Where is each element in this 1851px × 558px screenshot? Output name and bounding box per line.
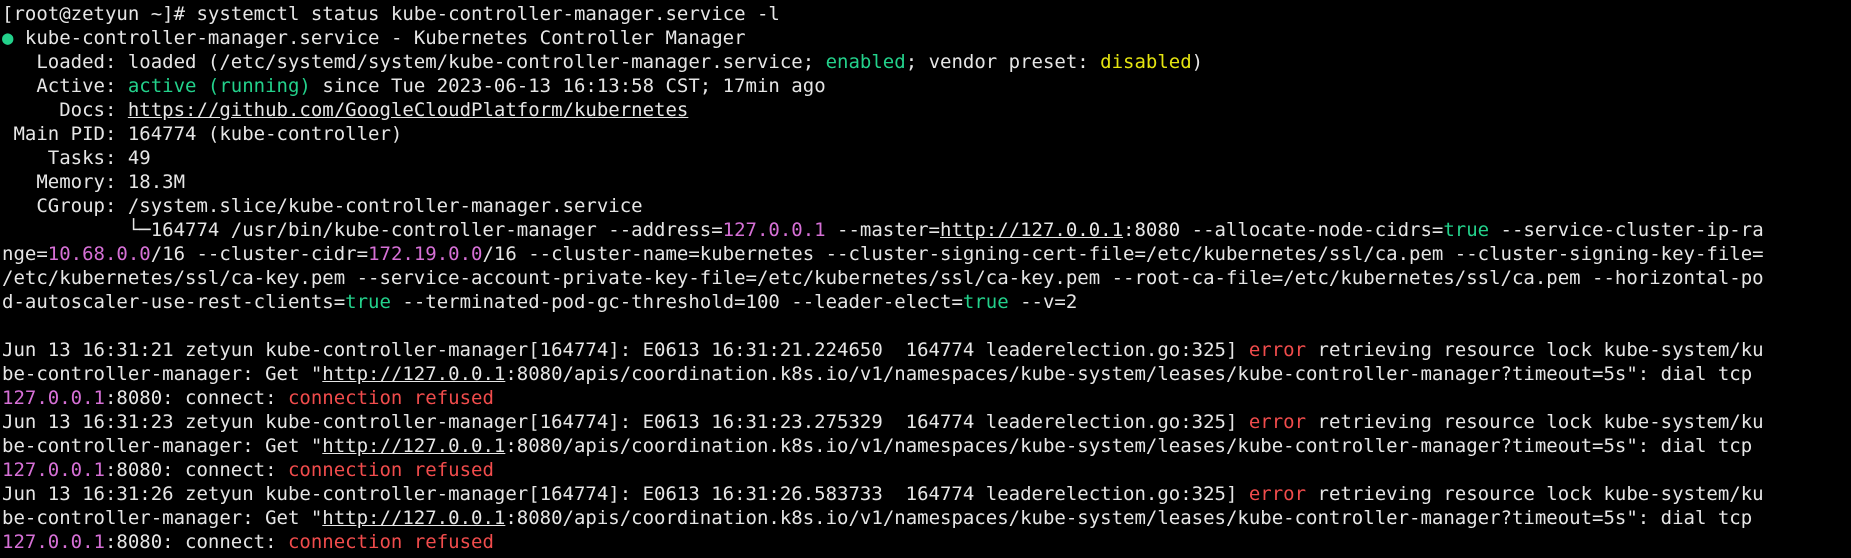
terminal-line: be-controller-manager: Get "http://127.0…	[2, 506, 1851, 530]
terminal-text: --terminated-pod-gc-threshold=100 --lead…	[390, 291, 963, 313]
highlight-text: active (running)	[127, 75, 311, 97]
terminal-text: since Tue 2023-06-13 16:13:58 CST; 17min…	[310, 75, 826, 97]
highlight-text: enabled	[825, 51, 906, 73]
terminal-line: CGroup: /system.slice/kube-controller-ma…	[2, 194, 1851, 218]
terminal-text: [root@zetyun ~]# systemctl status kube-c…	[2, 3, 780, 25]
terminal-line: ● kube-controller-manager.service - Kube…	[2, 26, 1851, 50]
ip-address-text: 127.0.0.1	[722, 219, 826, 241]
error-text: connection refused	[287, 459, 494, 481]
error-text: error	[1248, 483, 1307, 505]
terminal-line: Jun 13 16:31:21 zetyun kube-controller-m…	[2, 338, 1851, 362]
terminal-text: :8080 --allocate-node-cidrs=	[1123, 219, 1444, 241]
terminal-line: └─164774 /usr/bin/kube-controller-manage…	[2, 218, 1851, 242]
error-text: connection refused	[287, 531, 494, 553]
terminal-text: Docs:	[2, 99, 128, 121]
error-text: error	[1248, 411, 1307, 433]
terminal-line: nge=10.68.0.0/16 --cluster-cidr=172.19.0…	[2, 242, 1851, 266]
error-text: connection refused	[287, 387, 494, 409]
terminal-line: Memory: 18.3M	[2, 170, 1851, 194]
terminal-text: /16 --cluster-cidr=	[150, 243, 369, 265]
terminal-text: :8080: connect:	[104, 387, 288, 409]
terminal-line: Jun 13 16:31:26 zetyun kube-controller-m…	[2, 482, 1851, 506]
terminal-text: Main PID: 164774 (kube-controller)	[2, 123, 403, 145]
terminal-line: /etc/kubernetes/ssl/ca-key.pem --service…	[2, 266, 1851, 290]
terminal-text: Loaded: loaded (/etc/systemd/system/kube…	[2, 51, 826, 73]
ip-address-text: 127.0.0.1	[2, 531, 105, 553]
terminal-text: be-controller-manager: Get "	[2, 435, 323, 457]
terminal-text: :8080/apis/coordination.k8s.io/v1/namesp…	[505, 507, 1753, 529]
terminal-text: be-controller-manager: Get "	[2, 507, 323, 529]
terminal-text: :8080: connect:	[104, 531, 288, 553]
terminal-text: Memory: 18.3M	[2, 171, 186, 193]
terminal-line: Active: active (running) since Tue 2023-…	[2, 74, 1851, 98]
terminal-window[interactable]: [root@zetyun ~]# systemctl status kube-c…	[0, 0, 1851, 558]
terminal-line: 127.0.0.1:8080: connect: connection refu…	[2, 386, 1851, 410]
terminal-text: d-autoscaler-use-rest-clients=	[2, 291, 346, 313]
terminal-line: Jun 13 16:31:23 zetyun kube-controller-m…	[2, 410, 1851, 434]
terminal-link[interactable]: http://127.0.0.1	[940, 219, 1123, 241]
terminal-text: Tasks: 49	[2, 147, 151, 169]
terminal-text: /16 --cluster-name=kubernetes --cluster-…	[482, 243, 1764, 265]
terminal-line: Main PID: 164774 (kube-controller)	[2, 122, 1851, 146]
terminal-text: :8080/apis/coordination.k8s.io/v1/namesp…	[505, 363, 1753, 385]
terminal-text: kube-controller-manager.service - Kubern…	[13, 27, 746, 49]
terminal-line: be-controller-manager: Get "http://127.0…	[2, 362, 1851, 386]
ip-address-text: 172.19.0.0	[368, 243, 483, 265]
terminal-link[interactable]: https://github.com/GoogleCloudPlatform/k…	[128, 99, 689, 121]
terminal-text: Jun 13 16:31:26 zetyun kube-controller-m…	[2, 483, 1249, 505]
status-dot-icon: ●	[2, 27, 14, 49]
terminal-link[interactable]: http://127.0.0.1	[322, 507, 505, 529]
terminal-text: :8080/apis/coordination.k8s.io/v1/namesp…	[505, 435, 1753, 457]
terminal-text: retrieving resource lock kube-system/ku	[1306, 483, 1764, 505]
terminal-link[interactable]: http://127.0.0.1	[322, 435, 505, 457]
terminal-line: d-autoscaler-use-rest-clients=true --ter…	[2, 290, 1851, 314]
terminal-line: [root@zetyun ~]# systemctl status kube-c…	[2, 2, 1851, 26]
terminal-text: retrieving resource lock kube-system/ku	[1306, 339, 1764, 361]
terminal-text: Jun 13 16:31:23 zetyun kube-controller-m…	[2, 411, 1249, 433]
ip-address-text: 127.0.0.1	[2, 459, 105, 481]
terminal-line: Loaded: loaded (/etc/systemd/system/kube…	[2, 50, 1851, 74]
highlight-text: true	[1443, 219, 1490, 241]
terminal-line: 127.0.0.1:8080: connect: connection refu…	[2, 458, 1851, 482]
highlight-text: true	[345, 291, 391, 313]
terminal-line: Docs: https://github.com/GoogleCloudPlat…	[2, 98, 1851, 122]
ip-address-text: 10.68.0.0	[47, 243, 151, 265]
error-text: error	[1248, 339, 1307, 361]
warning-text: disabled	[1100, 51, 1192, 73]
terminal-text: --service-cluster-ip-ra	[1489, 219, 1764, 241]
terminal-line: 127.0.0.1:8080: connect: connection refu…	[2, 530, 1851, 554]
terminal-text: nge=	[2, 243, 48, 265]
terminal-line: Tasks: 49	[2, 146, 1851, 170]
terminal-text: be-controller-manager: Get "	[2, 363, 323, 385]
terminal-text: Active:	[2, 75, 128, 97]
terminal-text: retrieving resource lock kube-system/ku	[1306, 411, 1764, 433]
terminal-text: └─164774 /usr/bin/kube-controller-manage…	[2, 219, 723, 241]
terminal-text: --master=	[825, 219, 940, 241]
terminal-text: )	[1191, 51, 1204, 73]
terminal-text: Jun 13 16:31:21 zetyun kube-controller-m…	[2, 339, 1249, 361]
terminal-text: CGroup: /system.slice/kube-controller-ma…	[2, 195, 643, 217]
terminal-text: --v=2	[1008, 291, 1078, 313]
terminal-text: :8080: connect:	[104, 459, 288, 481]
terminal-text: /etc/kubernetes/ssl/ca-key.pem --service…	[2, 267, 1764, 289]
terminal-text: ; vendor preset:	[905, 51, 1101, 73]
terminal-link[interactable]: http://127.0.0.1	[322, 363, 505, 385]
highlight-text: true	[962, 291, 1009, 313]
ip-address-text: 127.0.0.1	[2, 387, 105, 409]
terminal-line: be-controller-manager: Get "http://127.0…	[2, 434, 1851, 458]
